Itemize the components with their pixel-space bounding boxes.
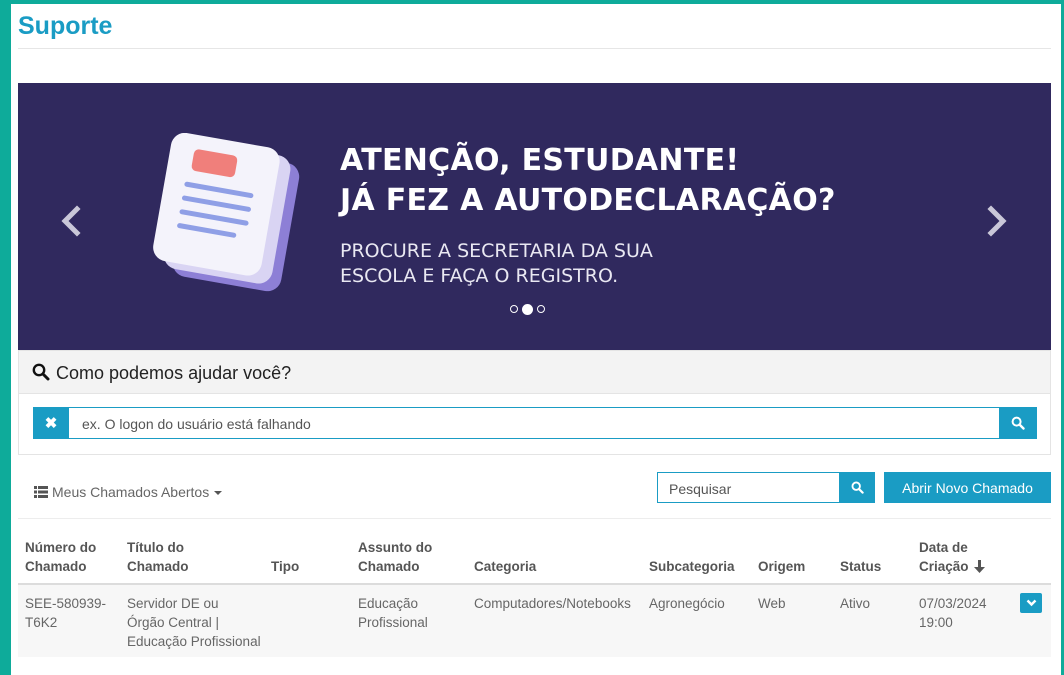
chevron-left-icon[interactable] xyxy=(60,205,82,237)
banner-subtext: PROCURE A SECRETARIA DA SUA ESCOLA E FAÇ… xyxy=(340,239,653,289)
views-dropdown-label: Meus Chamados Abertos xyxy=(52,484,210,500)
chevron-right-icon[interactable] xyxy=(986,205,1008,237)
cell-text: 19:00 xyxy=(919,615,953,630)
banner-carousel[interactable]: ATENÇÃO, ESTUDANTE! JÁ FEZ A AUTODECLARA… xyxy=(18,83,1051,350)
header-text: Assunto do xyxy=(358,540,433,555)
cell-text: Educação xyxy=(358,596,419,611)
banner-headline: ATENÇÃO, ESTUDANTE! JÁ FEZ A AUTODECLARA… xyxy=(340,141,836,221)
column-header-numero[interactable]: Número do Chamado xyxy=(25,538,96,576)
search-icon xyxy=(851,481,864,494)
cell-text: Profissional xyxy=(358,615,428,630)
row-actions-button[interactable] xyxy=(1020,593,1042,613)
cell-text: Educação Profissional xyxy=(127,634,261,649)
ticket-search-field xyxy=(657,472,841,504)
column-header-data[interactable]: Data de Criação xyxy=(919,538,985,576)
cell-text: Órgão Central | xyxy=(127,615,220,630)
column-header-status[interactable]: Status xyxy=(840,557,881,576)
carousel-indicators xyxy=(510,303,545,315)
cell-categoria: Computadores/Notebooks xyxy=(474,596,631,611)
cell-status: Ativo xyxy=(840,596,871,611)
help-search-field: ✖ xyxy=(33,407,1037,440)
list-icon xyxy=(34,486,48,498)
search-icon xyxy=(1011,416,1025,430)
divider xyxy=(18,518,1051,519)
banner-headline-line: ATENÇÃO, ESTUDANTE! xyxy=(340,143,740,178)
divider xyxy=(18,48,1051,49)
help-search-panel: Como podemos ajudar você? ✖ xyxy=(18,350,1051,455)
help-search-button[interactable] xyxy=(999,407,1037,439)
column-header-assunto[interactable]: Assunto do Chamado xyxy=(358,538,432,576)
caret-down-icon xyxy=(214,491,223,495)
chevron-down-icon xyxy=(1026,599,1036,607)
help-heading: Como podemos ajudar você? xyxy=(56,363,292,383)
header-text: Data de xyxy=(919,540,968,555)
column-header-titulo[interactable]: Título do Chamado xyxy=(127,538,189,576)
cell-origem: Web xyxy=(758,596,786,611)
column-header-origem[interactable]: Origem xyxy=(758,557,805,576)
cell-text: SEE-580939- xyxy=(25,596,107,611)
help-search-header: Como podemos ajudar você? xyxy=(19,351,1050,394)
page-title: Suporte xyxy=(18,12,113,40)
header-text: Chamado xyxy=(358,559,420,574)
help-search-input[interactable] xyxy=(80,408,964,440)
cell-text: 07/03/2024 xyxy=(919,596,987,611)
carousel-dot[interactable] xyxy=(510,305,518,313)
close-icon: ✖ xyxy=(44,415,58,432)
header-sort-line: Criação xyxy=(919,557,985,576)
new-ticket-button[interactable]: Abrir Novo Chamado xyxy=(884,472,1051,503)
banner-subtext-line: ESCOLA E FAÇA O REGISTRO. xyxy=(340,265,619,287)
document-illustration-icon xyxy=(153,133,300,292)
header-text: Chamado xyxy=(25,559,87,574)
cell-numero: SEE-580939- T6K2 xyxy=(25,594,106,632)
column-header-categoria[interactable]: Categoria xyxy=(474,557,536,576)
cell-data: 07/03/2024 19:00 xyxy=(919,594,987,632)
clear-button[interactable]: ✖ xyxy=(33,407,69,439)
header-text: Criação xyxy=(919,559,969,574)
cell-text: T6K2 xyxy=(25,615,58,630)
header-text: Título do xyxy=(127,540,184,555)
carousel-dot-active[interactable] xyxy=(522,303,533,315)
search-icon xyxy=(32,363,50,381)
ticket-search-button[interactable] xyxy=(840,472,875,503)
banner-headline-line: JÁ FEZ A AUTODECLARAÇÃO? xyxy=(340,183,836,218)
header-text: Chamado xyxy=(127,559,189,574)
column-header-tipo[interactable]: Tipo xyxy=(271,557,299,576)
sort-down-arrow-icon xyxy=(973,560,985,573)
header-text: Número do xyxy=(25,540,97,555)
ticket-search-input[interactable] xyxy=(658,473,841,504)
banner-subtext-line: PROCURE A SECRETARIA DA SUA xyxy=(340,240,653,262)
column-header-subcategoria[interactable]: Subcategoria xyxy=(649,557,735,576)
views-dropdown[interactable]: Meus Chamados Abertos xyxy=(34,484,223,500)
cell-titulo[interactable]: Servidor DE ou Órgão Central | Educação … xyxy=(127,594,261,651)
page-frame: Suporte ATENÇÃO, ESTUDANTE! JÁ FEZ A AUT… xyxy=(11,4,1061,675)
cell-text: Servidor DE ou xyxy=(127,596,219,611)
cell-assunto: Educação Profissional xyxy=(358,594,428,632)
cell-subcategoria: Agronegócio xyxy=(649,596,725,611)
carousel-dot[interactable] xyxy=(537,305,545,313)
